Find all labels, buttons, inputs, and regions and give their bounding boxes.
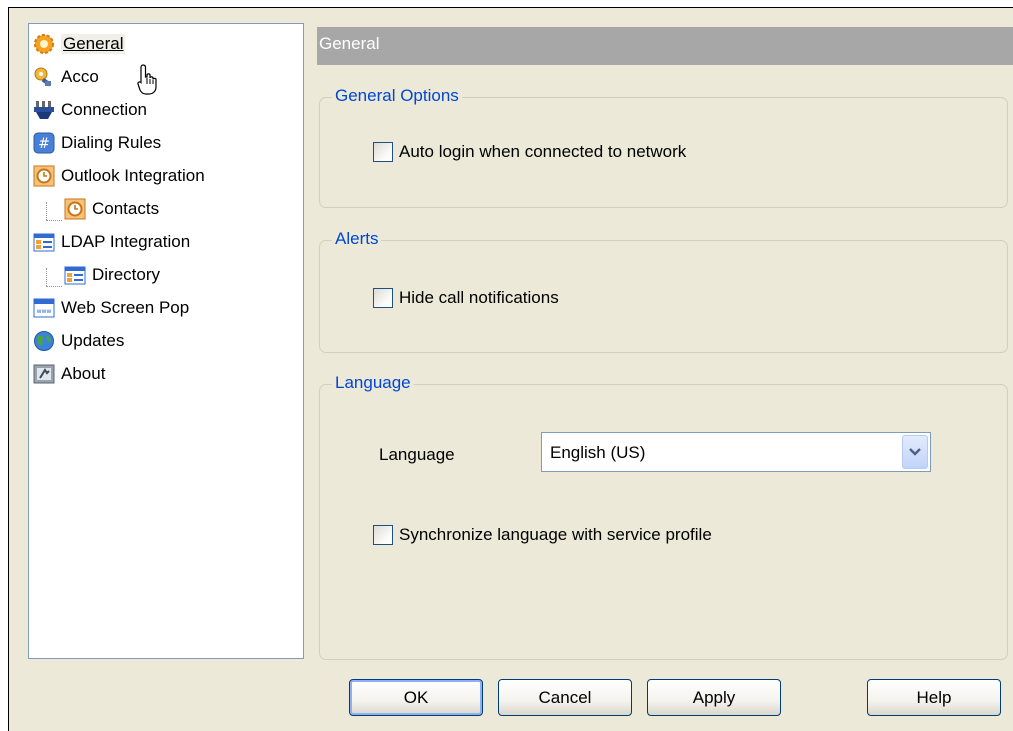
tree-connector (46, 268, 47, 286)
language-group: Language (319, 373, 1008, 660)
section-header: General (317, 27, 1013, 65)
help-button[interactable]: Help (867, 679, 1001, 716)
tree-item-label: Web Screen Pop (61, 298, 190, 317)
globe-icon (33, 330, 55, 352)
tree-item-label: Dialing Rules (61, 133, 162, 152)
connection-plug-icon (33, 99, 55, 121)
cancel-button[interactable]: Cancel (498, 679, 632, 716)
tree-item-dialing-rules[interactable]: # Dialing Rules (33, 131, 161, 155)
clock-icon (33, 165, 55, 187)
ok-button[interactable]: OK (349, 679, 483, 716)
tree-item-updates[interactable]: Updates (33, 329, 124, 353)
tree-item-label: General (61, 34, 126, 54)
auto-login-checkbox-row[interactable]: Auto login when connected to network (373, 142, 686, 162)
group-title: General Options (332, 86, 462, 106)
hide-notifications-checkbox[interactable] (373, 288, 393, 308)
tree-item-directory[interactable]: Directory (64, 263, 160, 287)
tree-connector (46, 202, 47, 220)
tree-connector (46, 286, 62, 287)
gear-icon (33, 33, 55, 55)
auto-login-label: Auto login when connected to network (399, 142, 687, 161)
tree-item-label: Connection (61, 100, 148, 119)
auto-login-checkbox[interactable] (373, 142, 393, 162)
options-dialog: General Acco Connection # Dialing Rules … (8, 7, 1013, 731)
group-title: Language (332, 373, 414, 393)
language-select-value: English (US) (550, 443, 646, 462)
web-window-icon: www (33, 297, 55, 319)
tree-item-label: Acco (61, 67, 99, 86)
hand-cursor-icon (137, 64, 159, 101)
apply-button[interactable]: Apply (647, 679, 781, 716)
language-select[interactable]: English (US) (541, 432, 931, 472)
tree-item-about[interactable]: About (33, 362, 105, 386)
directory-icon (33, 231, 55, 253)
tree-item-outlook-integration[interactable]: Outlook Integration (33, 164, 205, 188)
sync-language-label: Synchronize language with service profil… (399, 525, 712, 544)
hash-icon: # (33, 132, 55, 154)
hide-notifications-checkbox-row[interactable]: Hide call notifications (373, 288, 559, 308)
tree-item-label: Updates (61, 331, 125, 350)
tree-item-ldap-integration[interactable]: LDAP Integration (33, 230, 190, 254)
tree-item-general[interactable]: General (33, 32, 126, 56)
clock-icon (64, 198, 86, 220)
tree-item-label: Directory (92, 265, 161, 284)
options-tree[interactable]: General Acco Connection # Dialing Rules … (28, 23, 304, 659)
svg-text:#: # (38, 136, 50, 152)
tree-item-label: Contacts (92, 199, 160, 218)
language-label: Language (379, 445, 455, 464)
hide-notifications-label: Hide call notifications (399, 288, 559, 307)
tree-item-web-screen-pop[interactable]: www Web Screen Pop (33, 296, 189, 320)
chevron-down-icon[interactable] (902, 435, 928, 469)
tree-item-label: About (61, 364, 106, 383)
tree-connector (46, 220, 62, 221)
tree-item-connection[interactable]: Connection (33, 98, 147, 122)
sync-language-checkbox[interactable] (373, 525, 393, 545)
tree-item-label: LDAP Integration (61, 232, 191, 251)
svg-text:www: www (37, 308, 52, 315)
sync-language-checkbox-row[interactable]: Synchronize language with service profil… (373, 525, 712, 545)
tree-item-label: Outlook Integration (61, 166, 205, 185)
about-icon (33, 363, 55, 385)
directory-icon (64, 264, 86, 286)
account-key-icon (33, 66, 55, 88)
group-title: Alerts (332, 229, 382, 249)
tree-item-contacts[interactable]: Contacts (64, 197, 159, 221)
tree-item-account[interactable]: Acco (33, 65, 99, 89)
